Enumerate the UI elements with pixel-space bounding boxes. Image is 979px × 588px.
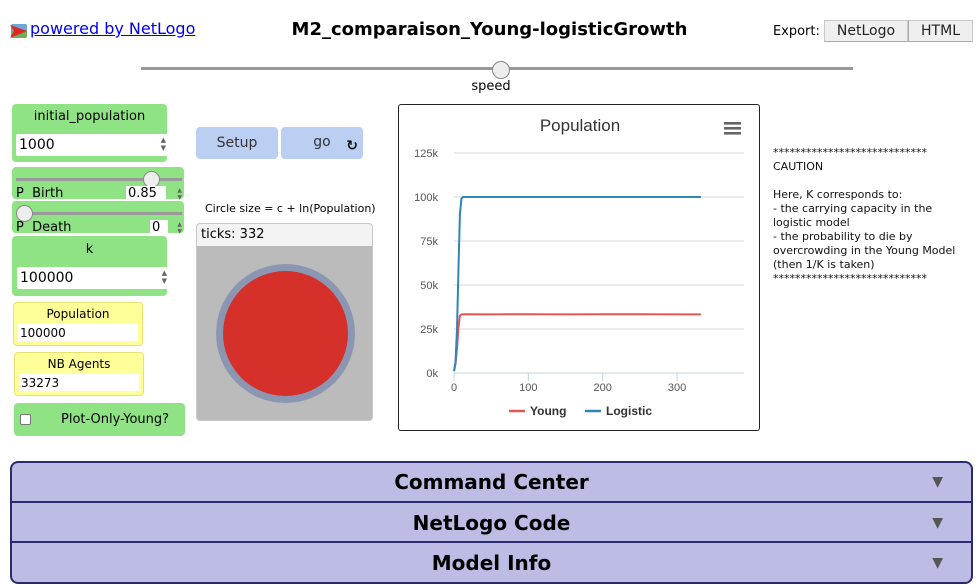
netlogo-code-label: NetLogo Code [412, 511, 571, 535]
setup-button-label: Setup [216, 135, 258, 151]
p-birth-slider: P Birth 0.85 ▲ ▼ [12, 167, 184, 201]
export-html-button[interactable]: HTML [908, 20, 973, 42]
spinner-icon[interactable]: ▲ ▼ [161, 136, 166, 152]
plot-only-young-label: Plot-Only-Young? [61, 412, 170, 427]
population-monitor-label: Population [46, 307, 110, 321]
initial-population-field[interactable]: 1000 ▲ ▼ [16, 134, 168, 156]
world-view[interactable]: ticks: 332 [196, 223, 373, 421]
population-plot: Population 0k 25k 50k 75k 100k 125k 0 100 200 300 Y… [398, 104, 760, 431]
legend-label-logistic: Logistic [606, 404, 652, 418]
y-tick-label: 125k [414, 148, 438, 160]
chart-title: Population [540, 116, 620, 135]
p-death-slider-track[interactable] [16, 212, 182, 215]
caution-note: **************************** CAUTION Her… [773, 146, 956, 285]
series-line-young [453, 313, 701, 372]
population-monitor: Population 100000 [13, 302, 143, 346]
k-value: 100000 [20, 270, 74, 286]
p-death-slider: P Death 0 ▲ ▼ [12, 201, 184, 235]
netlogo-code-accordion[interactable]: NetLogo Code ▼ [10, 501, 973, 543]
population-circle [223, 271, 348, 396]
y-tick-label: 25k [420, 324, 438, 336]
k-field[interactable]: 100000 ▲ ▼ [17, 267, 169, 289]
hamburger-menu-icon[interactable] [724, 122, 741, 135]
speed-slider-thumb[interactable] [492, 61, 510, 79]
initial-population-value: 1000 [19, 137, 55, 153]
powered-by-netlogo-link[interactable]: powered by NetLogo [10, 19, 195, 38]
chevron-down-icon: ▼ [932, 515, 943, 531]
command-center-label: Command Center [394, 470, 589, 494]
population-monitor-value: 100000 [18, 324, 138, 341]
x-tick-label: 0 [451, 382, 457, 394]
initial-population-input-widget: initial_population 1000 ▲ ▼ [12, 104, 168, 162]
y-tick-label: 75k [420, 236, 438, 248]
model-title: M2_comparaison_Young-logisticGrowth [291, 19, 688, 40]
export-netlogo-button[interactable]: NetLogo [823, 20, 909, 42]
setup-button[interactable]: Setup [196, 127, 278, 159]
y-tick-label: 100k [414, 192, 438, 204]
x-tick-label: 100 [519, 382, 537, 394]
command-center-accordion[interactable]: Command Center ▼ [10, 461, 973, 503]
speed-label: speed [471, 79, 511, 94]
export-bar: Export: NetLogo HTML [773, 20, 973, 42]
p-death-label: P Death [16, 220, 72, 235]
model-info-accordion[interactable]: Model Info ▼ [10, 541, 973, 584]
model-info-label: Model Info [431, 551, 552, 575]
spinner-icon[interactable]: ▲ ▼ [162, 269, 167, 285]
forever-icon: ↻ [346, 138, 358, 154]
powered-by-label: powered by NetLogo [30, 19, 196, 38]
nb-agents-monitor-value: 33273 [19, 374, 139, 391]
population-chart-svg: Population 0k 25k 50k 75k 100k 125k 0 100 200 300 Y… [414, 116, 744, 418]
legend-label-young: Young [530, 404, 566, 418]
spinner-icon[interactable]: ▲ ▼ [177, 187, 182, 201]
p-death-value[interactable]: 0 [150, 220, 168, 235]
chevron-down-icon: ▼ [932, 555, 943, 571]
k-input-widget: k 100000 ▲ ▼ [12, 236, 169, 296]
chevron-down-icon: ▼ [932, 474, 943, 490]
initial-population-label: initial_population [33, 109, 146, 124]
y-tick-label: 50k [420, 280, 438, 292]
ticks-counter: ticks: 332 [197, 224, 372, 246]
nb-agents-monitor-label: NB Agents [47, 357, 111, 371]
spinner-icon[interactable]: ▲ ▼ [177, 221, 182, 235]
y-tick-label: 0k [426, 368, 438, 380]
plot-only-young-checkbox[interactable] [20, 414, 31, 425]
x-tick-label: 200 [594, 382, 612, 394]
go-button-label: go [313, 134, 331, 150]
x-tick-label: 300 [668, 382, 686, 394]
export-label: Export: [772, 23, 820, 39]
go-button[interactable]: go ↻ [281, 127, 363, 159]
circle-size-note: Circle size = c + ln(Population) [205, 202, 376, 215]
netlogo-logo-icon [10, 23, 27, 38]
series-line-logistic [453, 196, 701, 372]
nb-agents-monitor: NB Agents 33273 [14, 352, 144, 396]
p-birth-label: P Birth [16, 186, 64, 201]
plot-only-young-switch[interactable]: Plot-Only-Young? [14, 403, 185, 436]
p-birth-value[interactable]: 0.85 [126, 186, 166, 201]
k-label: k [85, 242, 94, 257]
